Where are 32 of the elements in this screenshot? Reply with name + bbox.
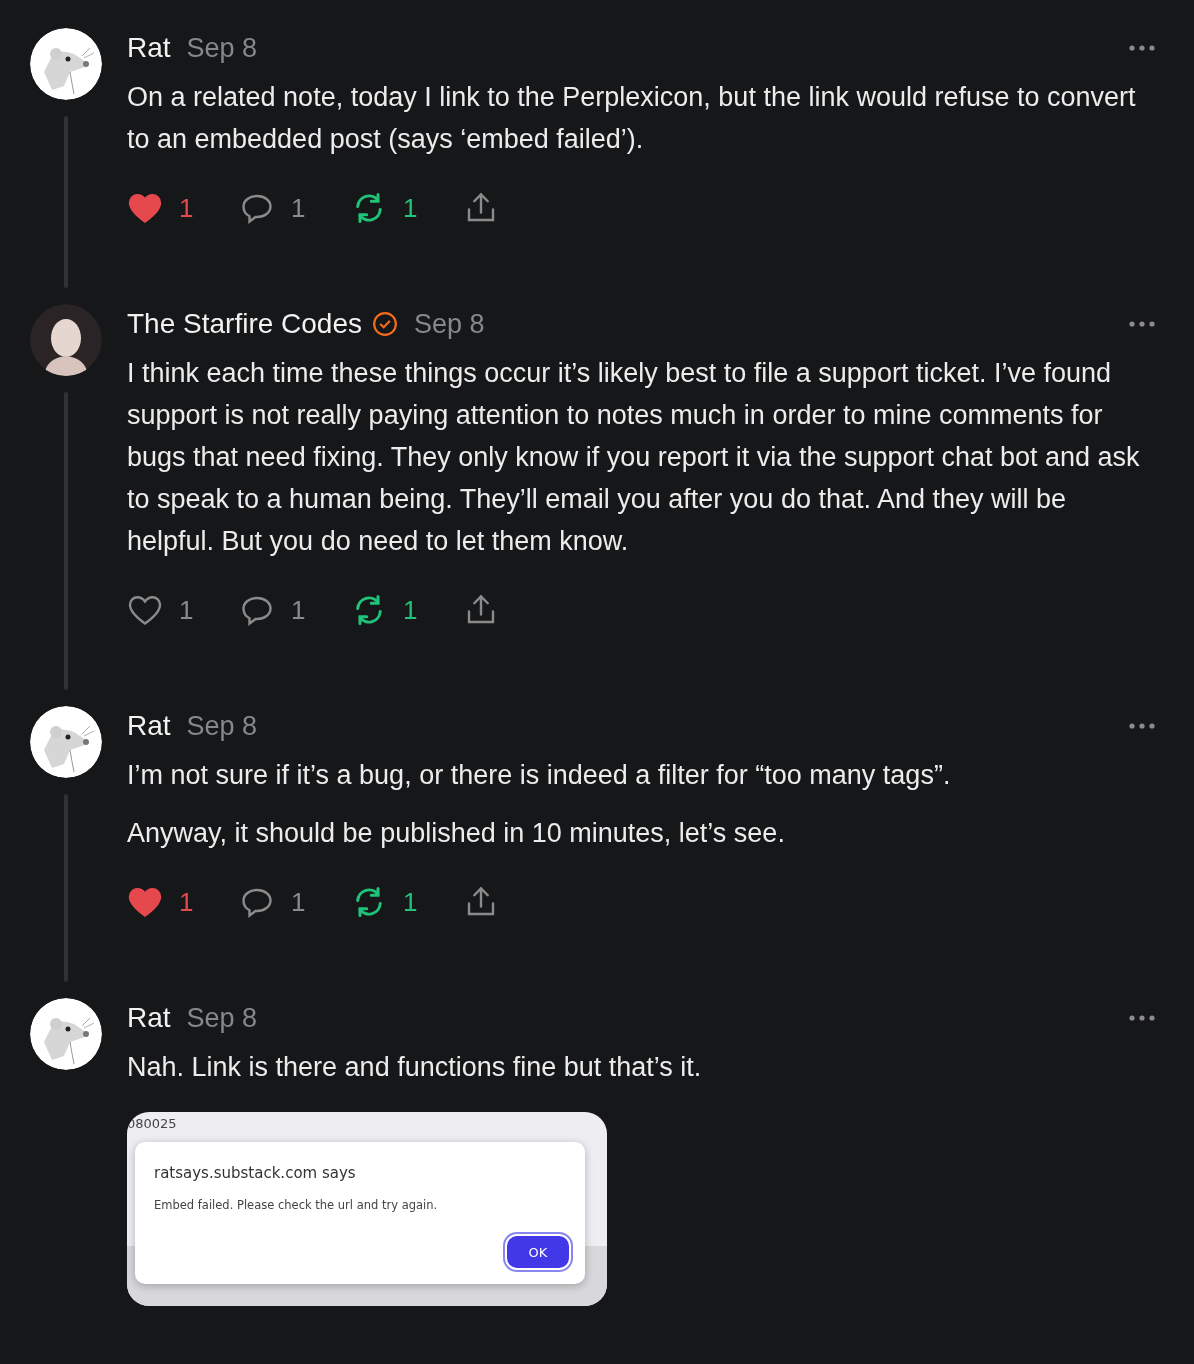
post-date: Sep 8 (186, 32, 258, 64)
post-date: Sep 8 (414, 308, 485, 340)
reply-button[interactable]: 1 (239, 190, 351, 226)
comment-text: Anyway, it should be published in 10 minutes, let’s see. (127, 817, 786, 850)
reply-button[interactable]: 1 (239, 884, 351, 920)
like-button[interactable]: 1 (127, 592, 239, 628)
post-date: Sep 8 (186, 1002, 258, 1034)
dialog-title: ratsays.substack.com says (154, 1164, 356, 1182)
comment-text: Nah. Link is there and functions fine but that’s it. (127, 1051, 703, 1084)
comment-text: On a related note, today I link to the Perplexicon, but the link would refuse to convert to an embedded post (says ‘embed failed’). (127, 81, 1137, 156)
restack-button[interactable]: 1 (351, 884, 463, 920)
like-button[interactable]: 1 (127, 884, 239, 920)
reply-button[interactable]: 1 (239, 592, 351, 628)
author-name[interactable]: Rat (127, 1002, 171, 1034)
author-name[interactable]: Rat (127, 32, 171, 64)
restack-button[interactable]: 1 (351, 190, 463, 226)
comment-text: I’m not sure if it’s a bug, or there is indeed a filter for “too many tags”. (127, 759, 952, 792)
more-icon[interactable] (1128, 44, 1156, 52)
more-icon[interactable] (1128, 1014, 1156, 1022)
dialog-message: Embed failed. Please check the url and try again. (154, 1198, 438, 1212)
restack-button[interactable]: 1 (351, 592, 463, 628)
more-icon[interactable] (1128, 320, 1156, 328)
avatar[interactable] (30, 706, 102, 778)
like-button[interactable]: 1 (127, 190, 239, 226)
author-name[interactable]: Rat (127, 710, 171, 742)
avatar[interactable] (30, 998, 102, 1070)
post-date: Sep 8 (186, 710, 258, 742)
avatar[interactable] (30, 28, 102, 100)
comment-text: I think each time these things occur it’s likely best to file a support ticket. I’ve found support is not really paying attention to notes much in order to mine comments for bugs that need fixing. They only know if you report it via the support chat bot and ask to speak to a human being. They’ll email you after you do that. And they will be helpful. But you do need to let them know. (127, 357, 1141, 558)
more-icon[interactable] (1128, 722, 1156, 730)
author-name[interactable]: The Starfire Codes (127, 308, 362, 340)
ok-button[interactable]: OK (505, 1234, 571, 1270)
